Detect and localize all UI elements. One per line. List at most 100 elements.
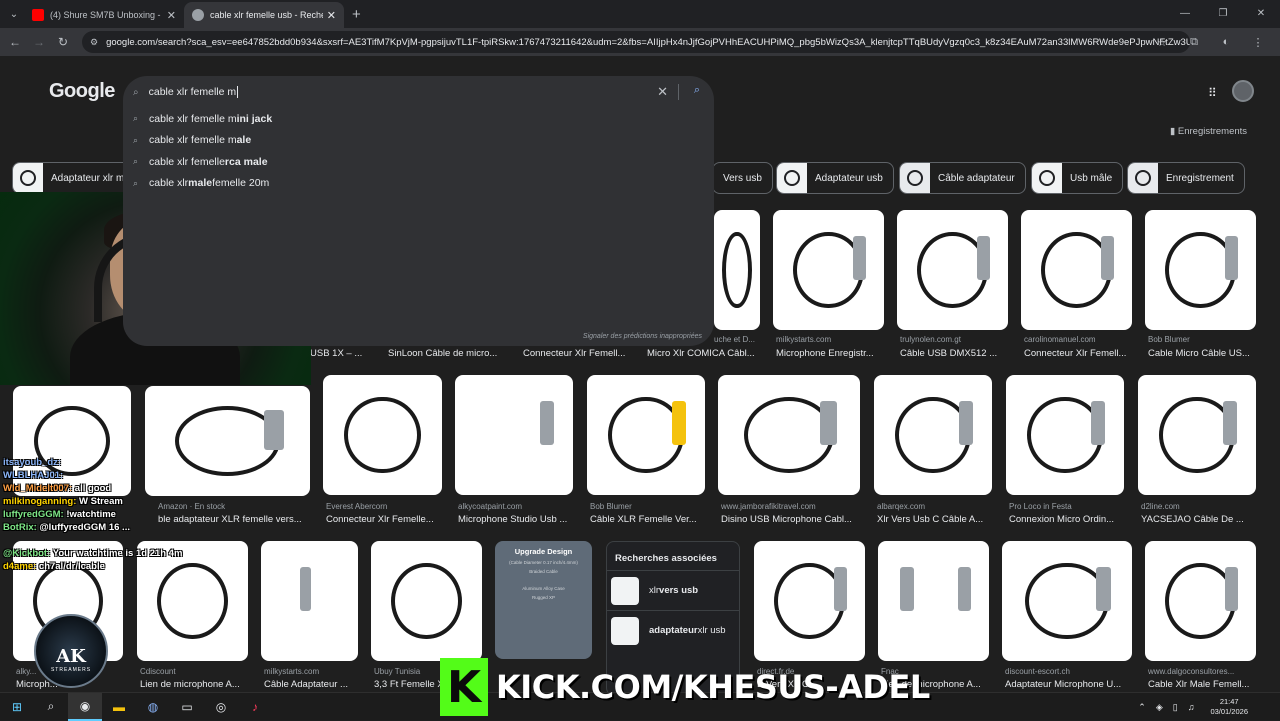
result-image[interactable]: Upgrade Design (Cable Diameter 0.17 inch… (495, 541, 592, 659)
result-caption[interactable]: Câble Adaptateur ... (264, 679, 360, 690)
chip[interactable]: Adaptateur xlr m (12, 162, 136, 194)
forward-icon[interactable]: → (27, 35, 51, 49)
tab-youtube[interactable]: (4) Shure SM7B Unboxing - You ✕ (24, 2, 184, 28)
obs-icon[interactable]: ◎ (204, 693, 238, 721)
volume-icon[interactable]: ♫ (1188, 702, 1195, 712)
search-box[interactable]: ⌕ cable xlr femelle m ✕ ⌕ (123, 76, 714, 108)
result-image[interactable] (371, 541, 482, 661)
avatar[interactable] (1232, 80, 1254, 102)
related-item[interactable]: xlr vers usb (607, 570, 739, 610)
result-image[interactable] (874, 375, 992, 495)
suggestion-item[interactable]: ⌕ cable xlr femelle m ale (123, 130, 714, 152)
result-image[interactable] (1145, 541, 1256, 661)
back-icon[interactable]: ← (3, 35, 27, 49)
saved-link[interactable]: ▮ Enregistrements (1170, 126, 1247, 137)
close-tab-icon[interactable]: ✕ (167, 9, 176, 22)
extensions-icon[interactable]: ⧉ (1178, 36, 1210, 49)
result-image[interactable] (718, 375, 860, 495)
chip[interactable]: Adaptateur usb (776, 162, 894, 194)
report-predictions-link[interactable]: Signaler des prédictions inappropriées (583, 333, 702, 340)
windows-start-icon[interactable]: ⊞ (0, 693, 34, 721)
window-controls: — ❐ ✕ (1166, 0, 1280, 28)
result-image[interactable] (1002, 541, 1132, 661)
apps-grid-icon[interactable]: ⠿ (1208, 86, 1217, 100)
result-caption[interactable]: Câble XLR Femelle Ver... (590, 514, 706, 525)
search-icon: ⌕ (133, 156, 139, 167)
result-caption[interactable]: Xlr Vers Usb C Câble A... (877, 514, 993, 525)
result-caption[interactable]: Adaptateur Microphone U... (1005, 679, 1133, 690)
result-image[interactable] (323, 375, 442, 495)
restore-icon[interactable]: ❐ (1204, 0, 1242, 28)
discord-icon[interactable]: ◍ (136, 693, 170, 721)
suggestion-item[interactable]: ⌕ cable xlr femelle rca male (123, 151, 714, 173)
clock[interactable]: 21:47 03/01/2026 (1210, 697, 1248, 717)
search-submit-icon[interactable]: ⌕ (694, 84, 700, 97)
result-caption[interactable]: Connecteur Xlr Femell... (523, 348, 633, 359)
profile-icon[interactable]: ◐ (1210, 36, 1242, 48)
result-source: albarqex.com (877, 502, 926, 511)
result-caption[interactable]: Cable Xlr Male Femell... (1148, 679, 1256, 690)
chip-thumbnail (1128, 163, 1158, 193)
chip[interactable]: Enregistrement (1127, 162, 1245, 194)
chip[interactable]: Câble adaptateur (899, 162, 1026, 194)
address-bar[interactable]: ⚙ google.com/search?sca_esv=ee647852bdd0… (82, 31, 1190, 53)
result-caption[interactable]: Microphone Studio Usb ... (458, 514, 574, 525)
minimize-icon[interactable]: — (1166, 0, 1204, 28)
result-source: Bob Blumer (590, 502, 632, 511)
result-source: www.jamborafikitravel.com (721, 502, 816, 511)
search-icon[interactable]: ⌕ (34, 693, 68, 721)
result-source: milkystarts.com (264, 667, 320, 676)
result-image[interactable] (1138, 375, 1256, 495)
site-info-icon[interactable]: ⚙ (90, 37, 98, 48)
network-icon[interactable]: ▯ (1173, 702, 1178, 713)
close-window-icon[interactable]: ✕ (1242, 0, 1280, 28)
suggestion-item[interactable]: ⌕ cable xlr male femelle 20m (123, 173, 714, 195)
result-caption[interactable]: Micro Xlr COMICA Câbl... (647, 348, 760, 359)
chrome-icon[interactable]: ◉ (68, 692, 102, 721)
chevron-up-icon[interactable]: ⌃ (1138, 702, 1146, 713)
chip[interactable]: Usb mâle (1031, 162, 1124, 194)
chip[interactable]: Vers usb (712, 162, 773, 194)
result-caption[interactable]: Connexion Micro Ordin... (1009, 514, 1125, 525)
reload-icon[interactable]: ↻ (51, 35, 75, 49)
suggestion-item[interactable]: ⌕ cable xlr femelle m ini jack (123, 108, 714, 130)
search-input[interactable]: cable xlr femelle m (149, 86, 239, 99)
result-caption[interactable]: Câble USB DMX512 ... (900, 348, 1008, 359)
tab-strip: ⌄ (4) Shure SM7B Unboxing - You ✕ cable … (0, 0, 1280, 28)
new-tab-button[interactable]: + (352, 6, 361, 23)
result-caption[interactable]: Microphone Enregistr... (776, 348, 884, 359)
chat-line: WLBLHAJ01: (3, 470, 64, 481)
result-image[interactable] (897, 210, 1008, 330)
result-image[interactable] (455, 375, 573, 495)
app-tray-icon[interactable]: ◈ (1156, 702, 1163, 713)
result-source: discount-escort.ch (1005, 667, 1070, 676)
related-item[interactable]: adaptateur xlr usb (607, 610, 739, 650)
result-caption[interactable]: SinLoon Câble de micro... (388, 348, 503, 359)
result-image[interactable] (773, 210, 884, 330)
result-image[interactable] (878, 541, 989, 661)
result-image[interactable] (1145, 210, 1256, 330)
result-caption[interactable]: Connecteur Xlr Femelle... (326, 514, 442, 525)
google-logo[interactable]: Google (49, 80, 115, 103)
result-image[interactable] (714, 210, 760, 330)
result-image[interactable] (1006, 375, 1124, 495)
result-image[interactable] (587, 375, 705, 495)
system-tray: ⌃ ◈ ▯ ♫ 21:47 03/01/2026 (1138, 693, 1270, 721)
result-caption[interactable]: YACSEJAO Câble De ... (1141, 514, 1257, 525)
tiktok-icon[interactable]: ♪ (238, 693, 272, 721)
clear-icon[interactable]: ✕ (657, 84, 668, 100)
result-caption[interactable]: Connecteur Xlr Femell... (1024, 348, 1132, 359)
file-explorer-icon[interactable]: ▬ (102, 693, 136, 721)
result-caption[interactable]: Lien de microphone A... (140, 679, 248, 690)
result-image[interactable] (1021, 210, 1132, 330)
result-image[interactable] (754, 541, 865, 661)
terminal-icon[interactable]: ▭ (170, 693, 204, 721)
close-tab-icon[interactable]: ✕ (327, 9, 336, 22)
result-caption[interactable]: USB 1X – ... (310, 348, 370, 359)
tab-search-icon[interactable]: ⌄ (4, 4, 24, 24)
result-caption[interactable]: Disino USB Microphone Cabl... (721, 514, 861, 525)
tab-google-search[interactable]: cable xlr femelle usb - Recherch ✕ (184, 2, 344, 28)
menu-dots-icon[interactable]: ⋮ (1242, 36, 1274, 49)
bookmark-star-icon[interactable]: ☆ (1146, 36, 1178, 49)
result-caption[interactable]: Cable Micro Câble US... (1148, 348, 1256, 359)
